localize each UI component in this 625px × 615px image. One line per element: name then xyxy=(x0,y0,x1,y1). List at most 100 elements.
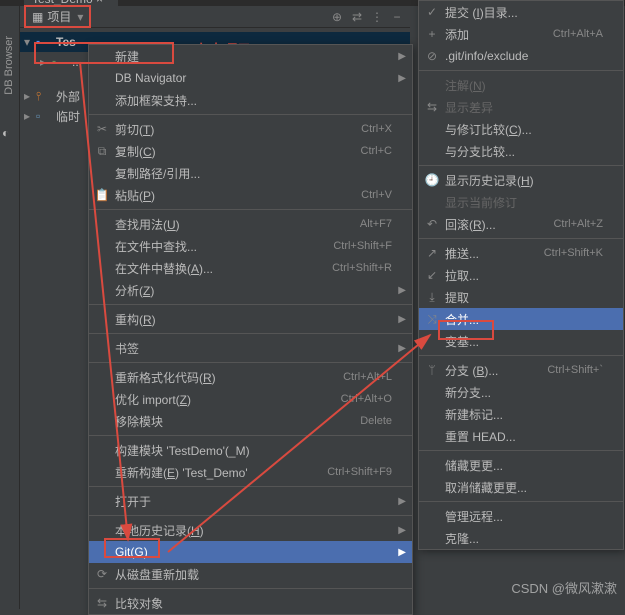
menu-item[interactable]: ↶回滚(R)...Ctrl+Alt+Z xyxy=(419,213,623,235)
menu-item[interactable]: 书签▶ xyxy=(89,337,412,359)
menu-separator xyxy=(419,450,623,451)
menu-separator xyxy=(89,515,412,516)
menu-item[interactable]: ✓提交 (I)目录... xyxy=(419,1,623,23)
menu-item-label: 变基... xyxy=(445,333,603,350)
menu-item-label: 回滚(R)... xyxy=(445,216,543,233)
menu-item-label: 重构(R) xyxy=(115,311,392,328)
menu-item[interactable]: 复制路径/引用... xyxy=(89,162,412,184)
menu-item: ⇆ 显示差异 xyxy=(419,96,623,118)
menu-item[interactable]: 添加框架支持... xyxy=(89,89,412,111)
watermark: CSDN @微风漱漱 xyxy=(511,578,617,597)
menu-item[interactable]: 本地历史记录(H)▶ xyxy=(89,519,412,541)
menu-item[interactable]: 与分支比较... xyxy=(419,140,623,162)
submenu-arrow-icon: ▶ xyxy=(398,314,406,325)
menu-shortcut: Ctrl+Shift+R xyxy=(332,262,392,274)
menu-item[interactable]: 📋粘贴(P)Ctrl+V xyxy=(89,184,412,206)
menu-item[interactable]: ✂ 剪切(T) Ctrl+X xyxy=(89,118,412,140)
diff-icon: ⇆ xyxy=(95,596,109,610)
menu-item-label: 复制路径/引用... xyxy=(115,165,392,182)
menu-item-label: 粘贴(P) xyxy=(115,187,351,204)
menu-item[interactable]: ᛘ分支 (B)...Ctrl+Shift+` xyxy=(419,359,623,381)
menu-item[interactable]: ↙拉取... xyxy=(419,264,623,286)
menu-item-label: 在文件中查找... xyxy=(115,238,323,255)
menu-item[interactable]: 在文件中查找... Ctrl+Shift+F xyxy=(89,235,412,257)
menu-item[interactable]: 管理远程... xyxy=(419,505,623,527)
menu-shortcut: Ctrl+X xyxy=(361,123,392,135)
menu-separator xyxy=(419,355,623,356)
menu-item[interactable]: 变基... xyxy=(419,330,623,352)
db-icon[interactable]: ◐ xyxy=(2,126,18,142)
menu-item[interactable]: 分析(Z)▶ xyxy=(89,279,412,301)
menu-item-label: 合并... xyxy=(445,311,603,328)
menu-item[interactable]: ⟳从磁盘重新加载 xyxy=(89,563,412,585)
panel-title[interactable]: ▦ 项目 ▾ xyxy=(24,5,91,28)
menu-item-label: 重新构建(E) 'Test_Demo' xyxy=(115,464,317,481)
menu-item[interactable]: DB Navigator▶ xyxy=(89,67,412,89)
submenu-arrow-icon: ▶ xyxy=(398,525,406,536)
paste-icon: 📋 xyxy=(95,188,109,202)
menu-item[interactable]: 打开于▶ xyxy=(89,490,412,512)
menu-shortcut: Alt+F7 xyxy=(360,218,392,230)
menu-item[interactable]: 查找用法(U) Alt+F7 xyxy=(89,213,412,235)
menu-item-label: 推送... xyxy=(445,245,534,262)
history-icon: 🕘 xyxy=(425,173,439,187)
rollback-icon: ↶ xyxy=(425,217,439,231)
menu-separator xyxy=(89,304,412,305)
menu-item[interactable]: ⤨ 合并... xyxy=(419,308,623,330)
menu-item-label: .git/info/exclude xyxy=(445,49,603,63)
menu-item[interactable]: ⧉复制(C)Ctrl+C xyxy=(89,140,412,162)
menu-item[interactable]: ⇆比较对象 xyxy=(89,592,412,614)
merge-icon: ⤨ xyxy=(425,312,439,326)
menu-item[interactable]: 与修订比较(C)... xyxy=(419,118,623,140)
menu-item[interactable]: 新分支... xyxy=(419,381,623,403)
menu-item[interactable]: 重构(R) ▶ xyxy=(89,308,412,330)
menu-item-label: 注解(N) xyxy=(445,77,603,94)
menu-shortcut: Delete xyxy=(360,415,392,427)
db-browser-tab[interactable]: DB Browser xyxy=(3,36,15,95)
menu-item[interactable]: +添加Ctrl+Alt+A xyxy=(419,23,623,45)
menu-separator xyxy=(419,70,623,71)
menu-item-label: 剪切(T) xyxy=(115,121,351,138)
menu-item-label: 重置 HEAD... xyxy=(445,428,603,445)
cut-icon: ✂ xyxy=(95,122,109,136)
menu-item[interactable]: 储藏更更... xyxy=(419,454,623,476)
menu-item[interactable]: 新建标记... xyxy=(419,403,623,425)
menu-shortcut: Ctrl+Shift+F xyxy=(333,240,392,252)
hide-icon[interactable]: − xyxy=(388,8,406,26)
menu-item-label: 显示差异 xyxy=(445,99,603,116)
menu-item[interactable]: 重新构建(E) 'Test_Demo'Ctrl+Shift+F9 xyxy=(89,461,412,483)
menu-item[interactable]: 在文件中替换(A)...Ctrl+Shift+R xyxy=(89,257,412,279)
menu-item[interactable]: 移除模块 Delete xyxy=(89,410,412,432)
menu-item-label: 储藏更更... xyxy=(445,457,603,474)
fetch-icon: ⤓ xyxy=(425,290,439,304)
menu-item[interactable]: 新建▶ xyxy=(89,45,412,67)
settings-icon[interactable]: ⋮ xyxy=(368,8,386,26)
menu-item[interactable]: 取消储藏更更... xyxy=(419,476,623,498)
diff-icon: ⇆ xyxy=(425,100,439,114)
menu-shortcut: Ctrl+Shift+` xyxy=(547,364,603,376)
menu-item-label: 查找用法(U) xyxy=(115,216,350,233)
menu-shortcut: Ctrl+Alt+O xyxy=(341,393,392,405)
submenu-arrow-icon: ▶ xyxy=(398,73,406,84)
menu-item-label: 移除模块 xyxy=(115,413,350,430)
menu-item[interactable]: Git(G)▶ xyxy=(89,541,412,563)
filter-icon[interactable]: ⇄ xyxy=(348,8,366,26)
menu-item-label: 添加 xyxy=(445,26,543,43)
locate-icon[interactable]: ⊕ xyxy=(328,8,346,26)
submenu-arrow-icon: ▶ xyxy=(398,496,406,507)
menu-item[interactable]: ⊘.git/info/exclude xyxy=(419,45,623,67)
menu-item[interactable]: 重置 HEAD... xyxy=(419,425,623,447)
menu-item-label: 新建标记... xyxy=(445,406,603,423)
menu-item-label: 新建 xyxy=(115,48,392,65)
menu-item[interactable]: ⤓提取 xyxy=(419,286,623,308)
menu-item[interactable]: ↗推送...Ctrl+Shift+K xyxy=(419,242,623,264)
menu-shortcut: Ctrl+Alt+A xyxy=(553,28,603,40)
menu-item[interactable]: 克隆... xyxy=(419,527,623,549)
menu-item[interactable]: 🕘显示历史记录(H) xyxy=(419,169,623,191)
menu-item-label: 重新格式化代码(R) xyxy=(115,369,333,386)
menu-shortcut: Ctrl+C xyxy=(361,145,392,157)
menu-item[interactable]: 优化 import(Z)Ctrl+Alt+O xyxy=(89,388,412,410)
menu-item[interactable]: 重新格式化代码(R)Ctrl+Alt+L xyxy=(89,366,412,388)
menu-item[interactable]: 构建模块 'TestDemo'(_M) xyxy=(89,439,412,461)
menu-separator xyxy=(89,588,412,589)
